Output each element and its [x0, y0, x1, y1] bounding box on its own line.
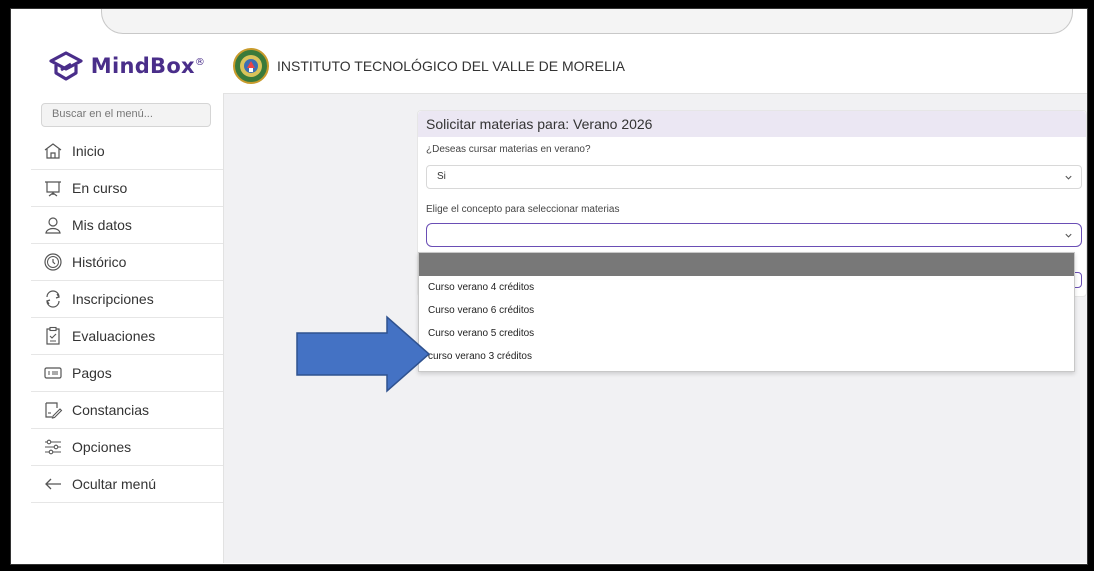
summer-answer-value: Si — [437, 171, 446, 182]
dropdown-option-blank[interactable] — [419, 253, 1074, 276]
dropdown-option[interactable]: Curso verano 6 créditos — [419, 299, 1074, 322]
arrow-left-icon — [45, 478, 61, 490]
sidebar-item-label: En curso — [72, 180, 128, 196]
sidebar-item-label: Inscripciones — [72, 291, 154, 307]
sliders-icon — [45, 439, 61, 455]
top-header: INSTITUTO TECNOLÓGICO DEL VALLE DE MOREL… — [223, 39, 1087, 94]
sidebar-item-inscripciones[interactable]: Inscripciones — [31, 281, 223, 318]
sidebar-item-mis-datos[interactable]: Mis datos — [31, 207, 223, 244]
card-title: Solicitar materias para: Verano 2026 — [418, 111, 1086, 137]
browser-top-edge — [101, 9, 1073, 34]
sidebar-item-evaluaciones[interactable]: Evaluaciones — [31, 318, 223, 355]
sidebar-item-label: Constancias — [72, 402, 150, 418]
sidebar-item-label: Ocultar menú — [72, 476, 157, 492]
clipboard-icon — [46, 326, 60, 345]
sidebar-menu: Inicio En curso Mis datos Histórico Insc… — [31, 133, 223, 503]
sidebar-item-pagos[interactable]: Pagos — [31, 355, 223, 392]
refresh-icon — [46, 290, 60, 308]
brand-name: MindBox® — [90, 54, 206, 78]
sidebar-item-label: Pagos — [72, 365, 112, 381]
chevron-down-icon — [1065, 233, 1072, 238]
user-icon — [45, 217, 61, 234]
sidebar-item-label: Histórico — [72, 254, 127, 270]
app-window: MindBox® Buscar en el menú... Inicio En … — [31, 39, 1087, 563]
summer-answer-select[interactable]: Si — [426, 165, 1082, 189]
dropdown-option[interactable]: Curso verano 5 creditos — [419, 322, 1074, 345]
sidebar-item-label: Opciones — [72, 439, 132, 455]
sidebar-item-ocultar-menu[interactable]: Ocultar menú — [31, 466, 223, 503]
menu-search-input[interactable]: Buscar en el menú... — [41, 103, 211, 127]
sidebar-item-label: Evaluaciones — [72, 328, 156, 344]
concept-label: Elige el concepto para seleccionar mater… — [426, 204, 620, 215]
sidebar-item-constancias[interactable]: Constancias — [31, 392, 223, 429]
dropdown-option[interactable]: curso verano 3 créditos — [419, 345, 1074, 368]
sidebar: MindBox® Buscar en el menú... Inicio En … — [31, 39, 224, 563]
sidebar-item-opciones[interactable]: Opciones — [31, 429, 223, 466]
sidebar-item-label: Mis datos — [72, 217, 132, 233]
institution-name: INSTITUTO TECNOLÓGICO DEL VALLE DE MOREL… — [277, 58, 626, 74]
screenshot-frame: MindBox® Buscar en el menú... Inicio En … — [10, 8, 1088, 565]
sidebar-item-historico[interactable]: Histórico — [31, 244, 223, 281]
certificate-icon — [45, 402, 63, 419]
mindbox-logo-icon — [49, 51, 83, 81]
chevron-down-icon — [1065, 175, 1072, 180]
dropdown-option[interactable]: Curso verano 4 créditos — [419, 276, 1074, 299]
pointer-arrow-annotation — [296, 315, 431, 393]
institution-logo-icon — [233, 48, 269, 84]
brand-logo[interactable]: MindBox® — [31, 39, 223, 93]
sidebar-item-en-curso[interactable]: En curso — [31, 170, 223, 207]
concept-dropdown-list: Curso verano 4 créditos Curso verano 6 c… — [418, 252, 1075, 372]
payment-card-icon — [44, 367, 62, 379]
sidebar-item-inicio[interactable]: Inicio — [31, 133, 223, 170]
clock-icon — [44, 253, 62, 271]
concept-select[interactable] — [426, 223, 1082, 247]
sidebar-item-label: Inicio — [72, 143, 105, 159]
summer-question-label: ¿Deseas cursar materias en verano? — [426, 144, 591, 155]
board-icon — [45, 181, 61, 197]
home-icon — [44, 143, 62, 159]
